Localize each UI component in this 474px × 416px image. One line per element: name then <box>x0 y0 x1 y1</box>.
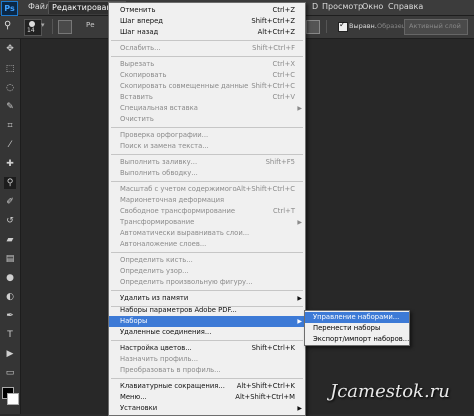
tools-panel: ✥ ⬚ ◌ ✎ ⌗ ⁄ ✚ ⚲ ✐ ↺ ▰ ▤ ● ◐ ✒ T ▶ ▭ <box>0 39 21 414</box>
edit-menu: Отменить Ctrl+Z Шаг вперед Shift+Ctrl+Z Ша… <box>108 2 306 416</box>
quick-select-tool-icon[interactable]: ✎ <box>4 101 16 113</box>
pressure-opacity-icon[interactable] <box>306 20 320 34</box>
blur-tool-icon[interactable]: ● <box>4 272 16 284</box>
menu-item-cut[interactable]: Вырезать Ctrl+X <box>109 59 305 70</box>
menu-item-stroke[interactable]: Выполнить обводку... <box>109 168 305 179</box>
menu-item-presets[interactable]: Наборы ▶ <box>109 316 305 327</box>
align-checkbox[interactable]: ✓ <box>338 20 348 32</box>
divider <box>52 19 53 34</box>
crop-tool-icon[interactable]: ⌗ <box>4 120 16 132</box>
menu-item-remote-connections[interactable]: Удаленные соединения... <box>109 327 305 338</box>
clone-stamp-tool-icon[interactable]: ⚲ <box>4 177 16 189</box>
stamp-tool-icon[interactable]: ⚲ <box>4 20 16 32</box>
watermark: Jcamestok.ru <box>330 381 450 402</box>
menu-item-copy[interactable]: Скопировать Ctrl+C <box>109 70 305 81</box>
submenu-arrow-icon: ▶ <box>297 105 302 112</box>
photoshop-logo: Ps <box>1 1 18 16</box>
menu-separator <box>111 378 303 379</box>
menu-item-define-brush[interactable]: Определить кисть... <box>109 255 305 266</box>
mode-label: Ре <box>86 21 95 29</box>
menu-item-assign-profile[interactable]: Назначить профиль... <box>109 354 305 365</box>
background-color-swatch[interactable] <box>7 393 19 405</box>
menu-3d[interactable]: D <box>312 2 318 11</box>
menu-item-fade[interactable]: Ослабить... Shift+Ctrl+F <box>109 43 305 54</box>
gradient-tool-icon[interactable]: ▤ <box>4 253 16 265</box>
submenu-arrow-icon: ▶ <box>297 219 302 226</box>
checkmark-icon: ✓ <box>339 20 346 29</box>
menu-item-define-custom-shape[interactable]: Определить произвольную фигуру... <box>109 277 305 288</box>
pen-tool-icon[interactable]: ✒ <box>4 310 16 322</box>
eyedropper-tool-icon[interactable]: ⁄ <box>4 139 16 151</box>
menu-item-auto-align-layers[interactable]: Автоматически выравнивать слои... <box>109 228 305 239</box>
path-select-tool-icon[interactable]: ▶ <box>4 348 16 360</box>
menu-separator <box>111 56 303 57</box>
brush-tool-icon[interactable]: ✐ <box>4 196 16 208</box>
menu-view[interactable]: Просмотр <box>322 2 363 11</box>
menu-item-check-spelling[interactable]: Проверка орфографии... <box>109 130 305 141</box>
history-brush-tool-icon[interactable]: ↺ <box>4 215 16 227</box>
menu-item-color-settings[interactable]: Настройка цветов... Shift+Ctrl+K <box>109 343 305 354</box>
menu-separator <box>111 252 303 253</box>
menu-item-purge[interactable]: Удалить из памяти ▶ <box>109 293 305 304</box>
menu-separator <box>111 127 303 128</box>
brush-size-value: 14 <box>27 27 35 34</box>
menu-window[interactable]: Окно <box>362 2 383 11</box>
divider <box>326 20 327 33</box>
caret-icon: ▾ <box>41 21 45 29</box>
sample-value: Активный слой <box>409 22 461 30</box>
submenu-item-export-import-presets[interactable]: Экспорт/импорт наборов... <box>305 334 409 345</box>
menu-item-adobe-pdf-presets[interactable]: Наборы параметров Adobe PDF... <box>109 305 305 316</box>
submenu-arrow-icon: ▶ <box>297 405 302 412</box>
menu-file[interactable]: Файл <box>28 2 50 11</box>
menu-item-auto-blend-layers[interactable]: Автоналожение слоев... <box>109 239 305 250</box>
menu-item-undo[interactable]: Отменить Ctrl+Z <box>109 5 305 16</box>
shape-tool-icon[interactable]: ▭ <box>4 367 16 379</box>
menu-item-step-backward[interactable]: Шаг назад Alt+Ctrl+Z <box>109 27 305 38</box>
menu-item-paste[interactable]: Вставить Ctrl+V <box>109 92 305 103</box>
marquee-tool-icon[interactable]: ⬚ <box>4 63 16 75</box>
menu-item-clear[interactable]: Очистить <box>109 114 305 125</box>
menu-separator <box>111 40 303 41</box>
menu-separator <box>111 181 303 182</box>
submenu-arrow-icon: ▶ <box>297 295 302 302</box>
menu-separator <box>111 154 303 155</box>
menu-item-copy-merged[interactable]: Скопировать совмещенные данные Shift+Ctrl… <box>109 81 305 92</box>
move-tool-icon[interactable]: ✥ <box>4 43 16 55</box>
menu-item-paste-special[interactable]: Специальная вставка ▶ <box>109 103 305 114</box>
align-label: Выравн. <box>349 22 377 30</box>
menu-item-convert-to-profile[interactable]: Преобразовать в профиль... <box>109 365 305 376</box>
submenu-item-preset-manager[interactable]: Управление наборами... <box>305 312 409 323</box>
menu-item-transform[interactable]: Трансформирование ▶ <box>109 217 305 228</box>
eraser-tool-icon[interactable]: ▰ <box>4 234 16 246</box>
menu-item-free-transform[interactable]: Свободное трансформирование Ctrl+T <box>109 206 305 217</box>
menu-help[interactable]: Справка <box>388 2 423 11</box>
menu-item-puppet-warp[interactable]: Марионеточная деформация <box>109 195 305 206</box>
brush-preset-picker[interactable]: 14 <box>24 19 42 36</box>
menu-item-menus[interactable]: Меню... Alt+Shift+Ctrl+M <box>109 392 305 403</box>
type-tool-icon[interactable]: T <box>4 329 16 341</box>
menu-item-fill[interactable]: Выполнить заливку... Shift+F5 <box>109 157 305 168</box>
submenu-item-migrate-presets[interactable]: Перенести наборы <box>305 323 409 334</box>
menu-item-find-replace[interactable]: Поиск и замена текста... <box>109 141 305 152</box>
submenu-arrow-icon: ▶ <box>297 318 302 325</box>
menu-item-content-aware-scale[interactable]: Масштаб с учетом содержимого Alt+Shift+Ct… <box>109 184 305 195</box>
presets-submenu: Управление наборами... Перенести наборы … <box>304 310 410 346</box>
menu-separator <box>111 290 303 291</box>
lasso-tool-icon[interactable]: ◌ <box>4 82 16 94</box>
menu-item-preferences[interactable]: Установки ▶ <box>109 403 305 414</box>
healing-brush-tool-icon[interactable]: ✚ <box>4 158 16 170</box>
brush-panel-icon[interactable] <box>58 20 72 34</box>
sample-select[interactable]: Активный слой <box>404 19 468 35</box>
menu-item-define-pattern[interactable]: Определить узор... <box>109 266 305 277</box>
menu-item-step-forward[interactable]: Шаг вперед Shift+Ctrl+Z <box>109 16 305 27</box>
dodge-tool-icon[interactable]: ◐ <box>4 291 16 303</box>
menu-item-keyboard-shortcuts[interactable]: Клавиатурные сокращения... Alt+Shift+Ctrl… <box>109 381 305 392</box>
menu-separator <box>111 340 303 341</box>
